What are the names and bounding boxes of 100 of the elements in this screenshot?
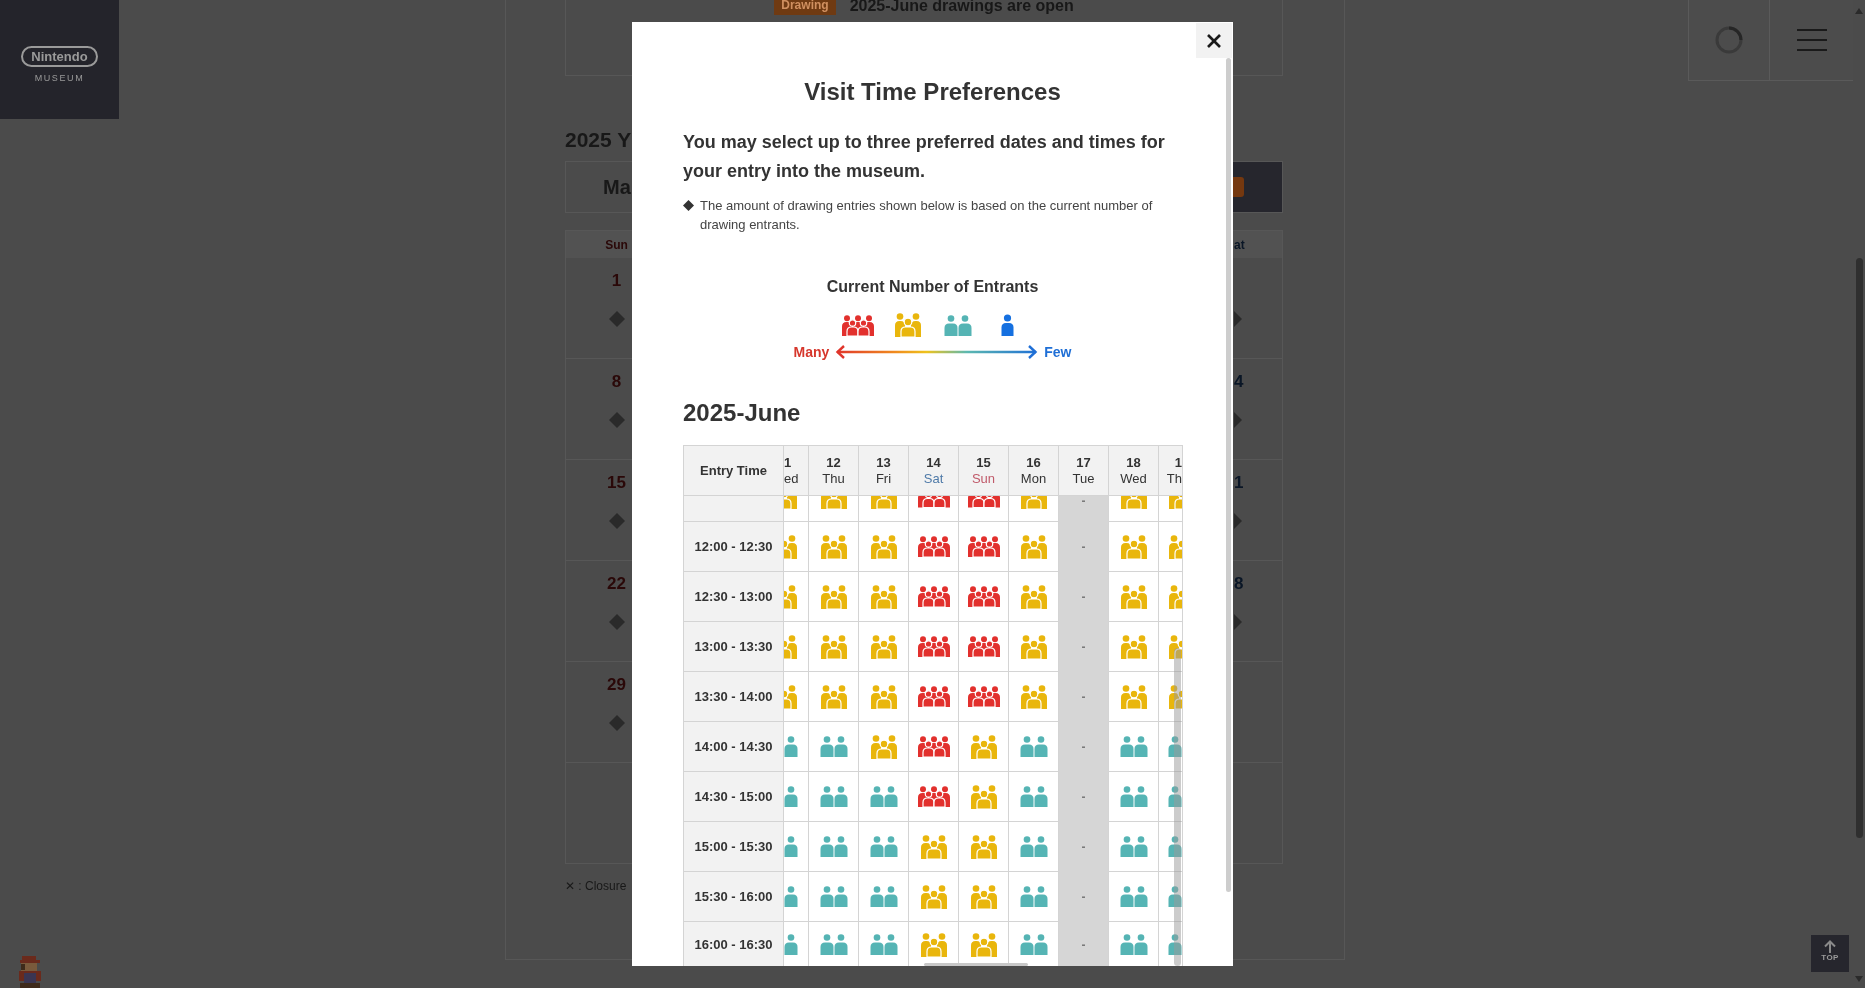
slot-cell[interactable]: [909, 722, 959, 772]
slot-cell[interactable]: [1009, 672, 1059, 722]
slot-cell[interactable]: [1159, 496, 1183, 522]
people-icon: [784, 496, 797, 509]
slot-cell[interactable]: [1109, 622, 1159, 672]
slot-cell[interactable]: [1109, 672, 1159, 722]
date-label: 14: [926, 454, 941, 471]
slot-cell[interactable]: [959, 572, 1009, 622]
slot-cell[interactable]: [859, 722, 909, 772]
slot-cell[interactable]: [784, 672, 809, 722]
slot-cell[interactable]: [1109, 722, 1159, 772]
month-tab[interactable]: [1233, 162, 1282, 212]
slot-cell[interactable]: [859, 572, 909, 622]
slot-cell[interactable]: [1009, 622, 1059, 672]
slot-cell[interactable]: [909, 496, 959, 522]
time-cell: 13:30 - 14:00: [684, 672, 784, 722]
slot-cell[interactable]: [1109, 496, 1159, 522]
slot-cell[interactable]: [1159, 822, 1183, 872]
slot-cell[interactable]: [1009, 572, 1059, 622]
slot-cell[interactable]: [1109, 522, 1159, 572]
close-button[interactable]: [1196, 23, 1232, 58]
scroll-up-button[interactable]: [1855, 8, 1863, 14]
scrollbar-thumb[interactable]: [1174, 648, 1181, 966]
slot-cell[interactable]: [809, 522, 859, 572]
scrollbar-thumb[interactable]: [924, 963, 1028, 966]
slot-cell[interactable]: [809, 872, 859, 922]
slot-cell[interactable]: [1159, 672, 1183, 722]
slot-cell[interactable]: [909, 822, 959, 872]
people-icon: [1169, 634, 1182, 659]
slot-cell[interactable]: [1109, 772, 1159, 822]
slot-cell[interactable]: [1159, 722, 1183, 772]
slot-cell[interactable]: [1009, 496, 1059, 522]
slot-cell[interactable]: [1159, 572, 1183, 622]
slot-cell[interactable]: [1159, 772, 1183, 822]
slot-cell[interactable]: [784, 522, 809, 572]
slot-cell[interactable]: [909, 622, 959, 672]
slot-cell[interactable]: [859, 772, 909, 822]
slot-cell[interactable]: [859, 622, 909, 672]
slot-cell[interactable]: [1009, 722, 1059, 772]
slot-cell[interactable]: [809, 822, 859, 872]
slot-cell[interactable]: [909, 672, 959, 722]
people-icon: [784, 634, 797, 659]
slot-cell[interactable]: [909, 572, 959, 622]
slot-cell[interactable]: [909, 522, 959, 572]
crowd-icon: [916, 536, 951, 557]
slot-cell[interactable]: [1109, 822, 1159, 872]
slot-cell[interactable]: [1159, 622, 1183, 672]
column-header: Entry Time: [684, 446, 784, 496]
scrollbar-thumb[interactable]: [1855, 258, 1863, 838]
slot-cell[interactable]: [859, 872, 909, 922]
slot-cell[interactable]: [784, 922, 809, 966]
slot-cell[interactable]: [809, 572, 859, 622]
menu-button[interactable]: [1769, 0, 1853, 81]
slot-cell[interactable]: [1109, 872, 1159, 922]
slot-cell[interactable]: [784, 722, 809, 772]
slot-cell[interactable]: [959, 722, 1009, 772]
slot-cell[interactable]: [859, 822, 909, 872]
slot-cell[interactable]: [809, 622, 859, 672]
day-number: 8: [1234, 573, 1244, 595]
slot-cell[interactable]: [859, 522, 909, 572]
slot-cell[interactable]: [1159, 872, 1183, 922]
slot-cell[interactable]: [959, 622, 1009, 672]
slot-cell[interactable]: [859, 496, 909, 522]
people-group-icon: [1020, 634, 1047, 659]
time-cell: 14:30 - 15:00: [684, 772, 784, 822]
slot-cell[interactable]: [1009, 522, 1059, 572]
slot-cell[interactable]: [784, 872, 809, 922]
slot-cell[interactable]: [809, 672, 859, 722]
scrollbar-thumb[interactable]: [1226, 58, 1231, 892]
slot-cell[interactable]: [809, 772, 859, 822]
slot-cell[interactable]: [959, 872, 1009, 922]
two-people-icon: [819, 836, 848, 857]
slot-cell[interactable]: [1159, 522, 1183, 572]
scroll-down-button[interactable]: [1855, 976, 1863, 982]
slot-cell[interactable]: [959, 672, 1009, 722]
person-icon: [1168, 836, 1182, 857]
slot-cell[interactable]: [959, 772, 1009, 822]
logo-tile[interactable]: Nintendo MUSEUM: [0, 0, 119, 119]
slot-cell[interactable]: [784, 822, 809, 872]
slot-cell[interactable]: [959, 496, 1009, 522]
weekday-header-cell: at: [1233, 230, 1283, 258]
slot-cell[interactable]: [1009, 872, 1059, 922]
slot-cell[interactable]: [784, 622, 809, 672]
slot-cell[interactable]: [784, 772, 809, 822]
top-button[interactable]: TOP: [1811, 935, 1849, 972]
slot-cell[interactable]: [784, 496, 809, 522]
slot-cell[interactable]: [959, 522, 1009, 572]
two-people-icon: [1019, 786, 1048, 807]
slot-cell[interactable]: [909, 872, 959, 922]
slot-cell[interactable]: [859, 672, 909, 722]
time-cell: 15:30 - 16:00: [684, 872, 784, 922]
slot-cell[interactable]: [784, 572, 809, 622]
slot-cell[interactable]: [909, 772, 959, 822]
header-button[interactable]: [1688, 0, 1769, 81]
slot-cell[interactable]: [1009, 772, 1059, 822]
slot-cell[interactable]: [809, 722, 859, 772]
slot-cell[interactable]: [1009, 822, 1059, 872]
slot-cell[interactable]: [959, 822, 1009, 872]
slot-cell[interactable]: [809, 496, 859, 522]
slot-cell[interactable]: [1109, 572, 1159, 622]
